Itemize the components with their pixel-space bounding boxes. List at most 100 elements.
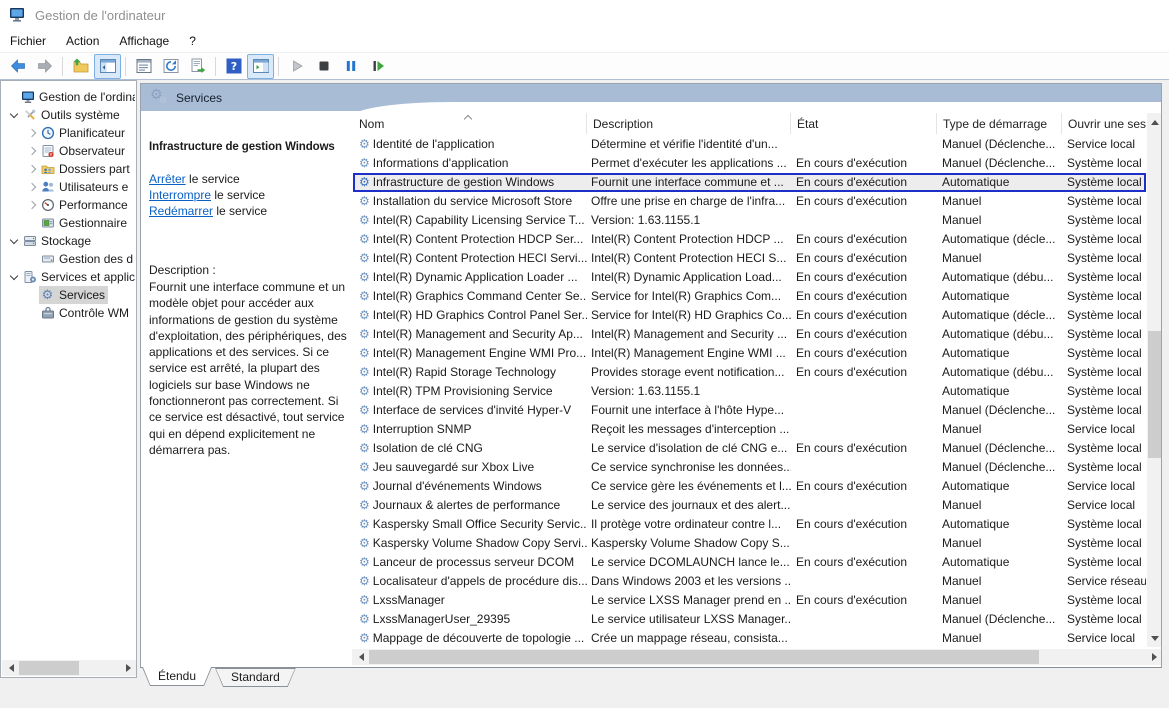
service-action-link-arr-ter[interactable]: Arrêter	[149, 172, 186, 186]
cell-name: LxssManagerUser_29395	[373, 610, 510, 629]
list-horizontal-scrollbar[interactable]	[352, 649, 1162, 665]
table-row-interruption-snmp[interactable]: ⚙Interruption SNMPReçoit les messages d'…	[353, 420, 1146, 439]
table-row-mappage-de-d-couverte-de-topologie[interactable]: ⚙Mappage de découverte de topologie ...C…	[353, 629, 1146, 648]
pause-service-button[interactable]	[337, 54, 364, 79]
refresh-button[interactable]	[157, 54, 184, 79]
column-header-logon-as[interactable]: Ouvrir une ses	[1062, 113, 1146, 134]
table-row-infrastructure-de-gestion-windows[interactable]: ⚙Infrastructure de gestion WindowsFourni…	[353, 173, 1146, 192]
show-console-tree-button[interactable]	[94, 54, 121, 79]
tree-item-outils-syst-me[interactable]: Outils système	[1, 106, 135, 124]
menu-item-fichier[interactable]: Fichier	[0, 30, 56, 52]
column-header-description[interactable]: Description	[587, 113, 791, 134]
up-one-level-button[interactable]	[67, 54, 94, 79]
table-row-intel-r-content-protection-hdcp-ser[interactable]: ⚙Intel(R) Content Protection HDCP Ser...…	[353, 230, 1146, 249]
toolbar-separator	[215, 57, 216, 76]
cell-status: En cours d'exécution	[791, 173, 937, 192]
help-button[interactable]: ?	[220, 54, 247, 79]
service-action-link-interrompre[interactable]: Interrompre	[149, 188, 211, 202]
scrollbar-thumb[interactable]	[19, 661, 79, 675]
start-service-button[interactable]	[283, 54, 310, 79]
menu-item-affichage[interactable]: Affichage	[109, 30, 179, 52]
tree-item-planificateur[interactable]: Planificateur	[1, 124, 135, 142]
table-header: Nom Description État Type de démarrage O…	[353, 113, 1146, 134]
tree-item-gestion-de-l-ordinate[interactable]: Gestion de l'ordinate	[1, 88, 135, 106]
scroll-right-arrow[interactable]	[1147, 649, 1162, 665]
tree-item-label: Dossiers part	[59, 162, 130, 176]
table-row-interface-de-services-d-invit-hyper-v[interactable]: ⚙Interface de services d'invité Hyper-VF…	[353, 401, 1146, 420]
table-row-lxssmanager[interactable]: ⚙LxssManagerLe service LXSS Manager pren…	[353, 591, 1146, 610]
tree-item-utilisateurs-e[interactable]: Utilisateurs e	[1, 178, 135, 196]
tree-item-performance[interactable]: Performance	[1, 196, 135, 214]
service-action-link-red-marrer[interactable]: Redémarrer	[149, 204, 213, 218]
scrollbar-thumb[interactable]	[1148, 331, 1162, 458]
table-row-lanceur-de-processus-serveur-dcom[interactable]: ⚙Lanceur de processus serveur DCOMLe ser…	[353, 553, 1146, 572]
tab-standard[interactable]: Standard	[215, 668, 296, 687]
table-row-intel-r-management-engine-wmi-pro[interactable]: ⚙Intel(R) Management Engine WMI Pro...In…	[353, 344, 1146, 363]
list-vertical-scrollbar[interactable]	[1147, 113, 1162, 647]
tab-etendu[interactable]: Étendu	[142, 667, 212, 686]
tree-item-gestion-des-d[interactable]: Gestion des d	[1, 250, 135, 268]
cell-description: Intel(R) Dynamic Application Load...	[587, 268, 791, 287]
chevron-down-icon[interactable]	[6, 108, 21, 122]
chevron-right-icon[interactable]	[24, 162, 39, 176]
chevron-right-icon[interactable]	[24, 126, 39, 140]
scroll-down-arrow[interactable]	[1147, 631, 1162, 647]
table-row-intel-r-tpm-provisioning-service[interactable]: ⚙Intel(R) TPM Provisioning ServiceVersio…	[353, 382, 1146, 401]
chevron-down-icon[interactable]	[6, 270, 21, 284]
export-list-button[interactable]	[184, 54, 211, 79]
tree-item-services-et-applic[interactable]: Services et applic	[1, 268, 135, 286]
scroll-left-arrow[interactable]	[352, 649, 368, 665]
table-row-kaspersky-volume-shadow-copy-servi[interactable]: ⚙Kaspersky Volume Shadow Copy Servi...Ka…	[353, 534, 1146, 553]
services-pane: ⚙⚙ Services Infrastructure de gestion Wi…	[140, 83, 1162, 668]
table-row-lxssmanageruser-29395[interactable]: ⚙LxssManagerUser_29395Le service utilisa…	[353, 610, 1146, 629]
service-gear-icon: ⚙	[359, 309, 370, 322]
table-row-intel-r-rapid-storage-technology[interactable]: ⚙Intel(R) Rapid Storage TechnologyProvid…	[353, 363, 1146, 382]
menu-item-help[interactable]: ?	[179, 30, 206, 52]
event-viewer-icon	[40, 144, 55, 158]
show-action-pane-button[interactable]	[247, 54, 274, 79]
table-row-intel-r-management-and-security-ap[interactable]: ⚙Intel(R) Management and Security Ap...I…	[353, 325, 1146, 344]
column-header-name[interactable]: Nom	[353, 113, 587, 134]
tree-item-contr-le-wm[interactable]: Contrôle WM	[1, 304, 135, 322]
cell-name: Infrastructure de gestion Windows	[373, 173, 554, 192]
chevron-down-icon[interactable]	[6, 234, 21, 248]
table-row-kaspersky-small-office-security-servic[interactable]: ⚙Kaspersky Small Office Security Servic.…	[353, 515, 1146, 534]
tree-item-services[interactable]: ⚙Services	[1, 286, 135, 304]
chevron-right-icon[interactable]	[24, 144, 39, 158]
column-header-startup-type[interactable]: Type de démarrage	[937, 113, 1062, 134]
column-header-status[interactable]: État	[791, 113, 937, 134]
tree-item-observateur[interactable]: Observateur	[1, 142, 135, 160]
scroll-left-arrow[interactable]	[2, 660, 18, 676]
cell-description: Fournit une interface commune et ...	[587, 173, 791, 192]
cell-startup-type: Automatique	[937, 382, 1062, 401]
table-row-installation-du-service-microsoft-store[interactable]: ⚙Installation du service Microsoft Store…	[353, 192, 1146, 211]
table-row-journaux-alertes-de-performance[interactable]: ⚙Journaux & alertes de performanceLe ser…	[353, 496, 1146, 515]
scroll-up-arrow[interactable]	[1147, 113, 1162, 129]
scrollbar-thumb[interactable]	[369, 650, 1039, 664]
stop-service-button[interactable]	[310, 54, 337, 79]
back-button[interactable]	[4, 54, 31, 79]
cell-logon-as: Service local	[1062, 135, 1146, 154]
table-row-identit-de-l-application[interactable]: ⚙Identité de l'applicationDétermine et v…	[353, 135, 1146, 154]
chevron-right-icon[interactable]	[24, 198, 39, 212]
tree-item-dossiers-part[interactable]: Dossiers part	[1, 160, 135, 178]
resume-service-button[interactable]	[364, 54, 391, 79]
table-row-isolation-de-cl-cng[interactable]: ⚙Isolation de clé CNGLe service d'isolat…	[353, 439, 1146, 458]
forward-button[interactable]	[31, 54, 58, 79]
table-row-localisateur-d-appels-de-proc-dure-dis[interactable]: ⚙Localisateur d'appels de procédure dis.…	[353, 572, 1146, 591]
chevron-right-icon[interactable]	[24, 180, 39, 194]
table-row-intel-r-capability-licensing-service-t[interactable]: ⚙Intel(R) Capability Licensing Service T…	[353, 211, 1146, 230]
properties-button[interactable]	[130, 54, 157, 79]
table-row-jeu-sauvegard-sur-xbox-live[interactable]: ⚙Jeu sauvegardé sur Xbox LiveCe service …	[353, 458, 1146, 477]
table-row-intel-r-hd-graphics-control-panel-ser[interactable]: ⚙Intel(R) HD Graphics Control Panel Ser.…	[353, 306, 1146, 325]
table-row-intel-r-content-protection-heci-servi[interactable]: ⚙Intel(R) Content Protection HECI Servi.…	[353, 249, 1146, 268]
table-row-intel-r-dynamic-application-loader[interactable]: ⚙Intel(R) Dynamic Application Loader ...…	[353, 268, 1146, 287]
tree-horizontal-scrollbar[interactable]	[2, 660, 137, 676]
table-row-intel-r-graphics-command-center-se[interactable]: ⚙Intel(R) Graphics Command Center Se...S…	[353, 287, 1146, 306]
table-row-informations-d-application[interactable]: ⚙Informations d'applicationPermet d'exéc…	[353, 154, 1146, 173]
menu-item-action[interactable]: Action	[56, 30, 109, 52]
tree-item-gestionnaire[interactable]: Gestionnaire	[1, 214, 135, 232]
table-row-journal-d-v-nements-windows[interactable]: ⚙Journal d'événements WindowsCe service …	[353, 477, 1146, 496]
scroll-right-arrow[interactable]	[121, 660, 137, 676]
tree-item-stockage[interactable]: Stockage	[1, 232, 135, 250]
